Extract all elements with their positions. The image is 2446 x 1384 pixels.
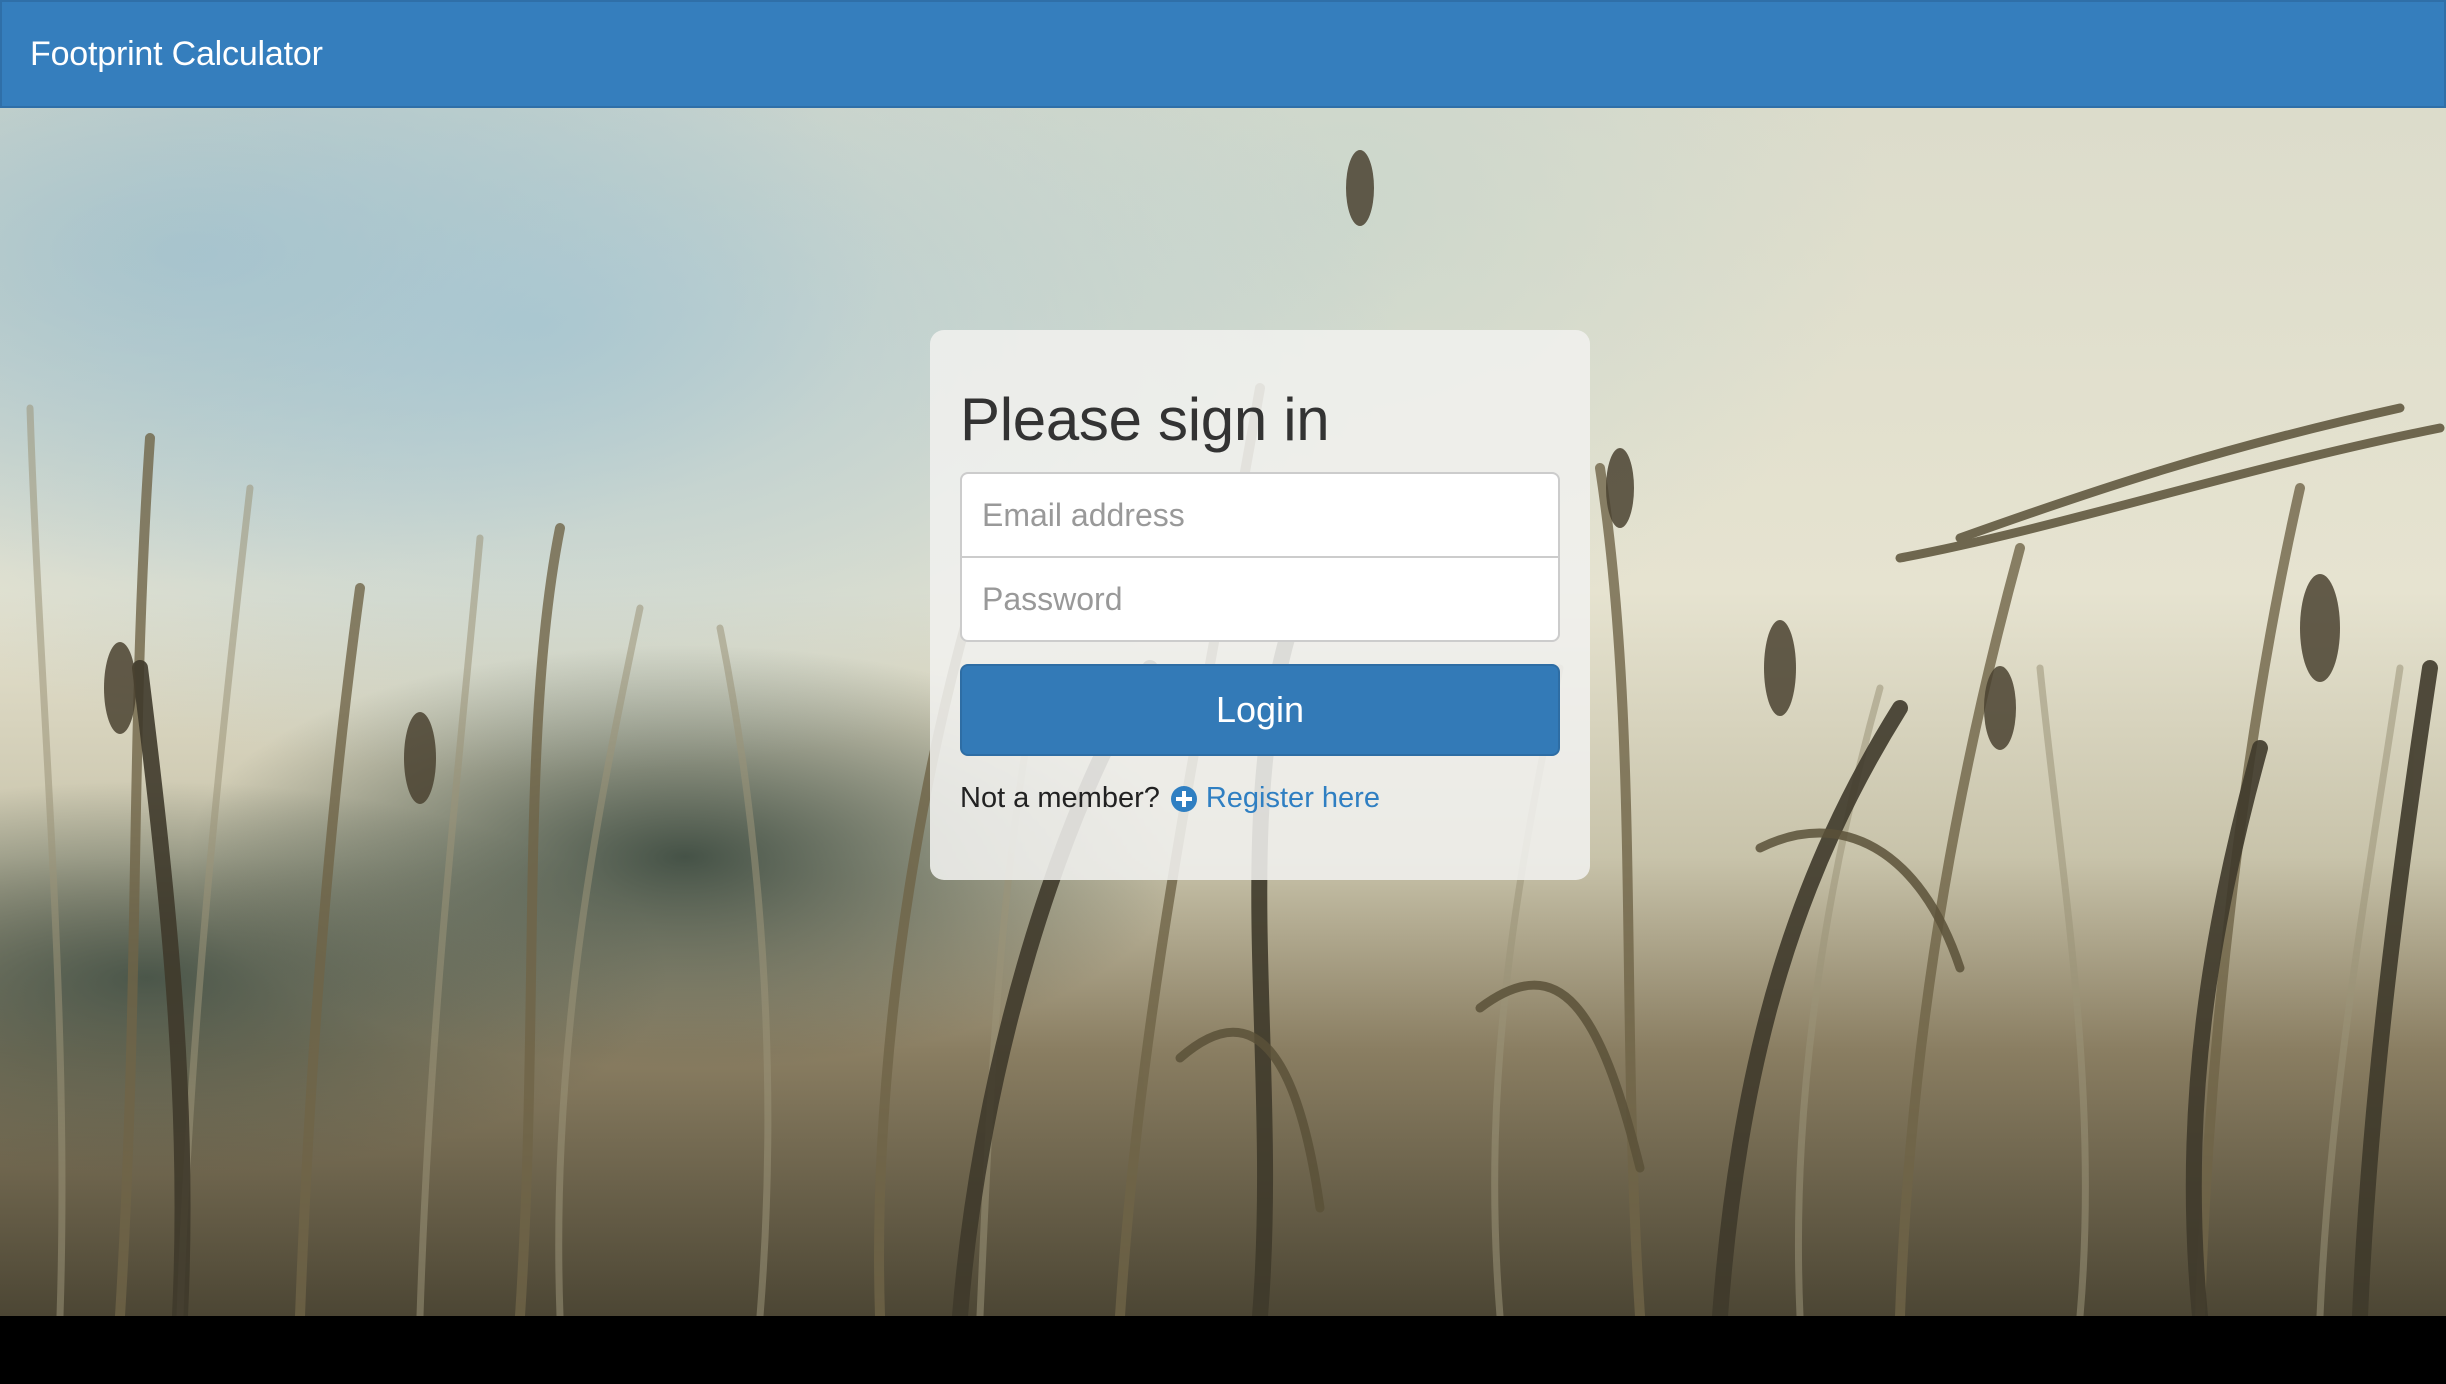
login-title: Please sign in (960, 386, 1330, 453)
top-navbar: Footprint Calculator (0, 0, 2446, 108)
bottom-black-bar (0, 1316, 2446, 1384)
login-button[interactable]: Login (960, 664, 1560, 756)
register-prompt: Not a member? Register here (960, 782, 1560, 815)
credentials-input-group (960, 472, 1560, 642)
register-link[interactable]: Register here (1170, 782, 1380, 815)
not-member-text: Not a member? (960, 782, 1160, 814)
register-link-label: Register here (1205, 782, 1380, 814)
navbar-brand-link[interactable]: Footprint Calculator (30, 35, 323, 74)
plus-circle-icon (1170, 785, 1197, 812)
password-input[interactable] (960, 556, 1560, 642)
login-form-card: Please sign in Login Not a member? Regis… (930, 330, 1590, 880)
email-input[interactable] (960, 472, 1560, 558)
